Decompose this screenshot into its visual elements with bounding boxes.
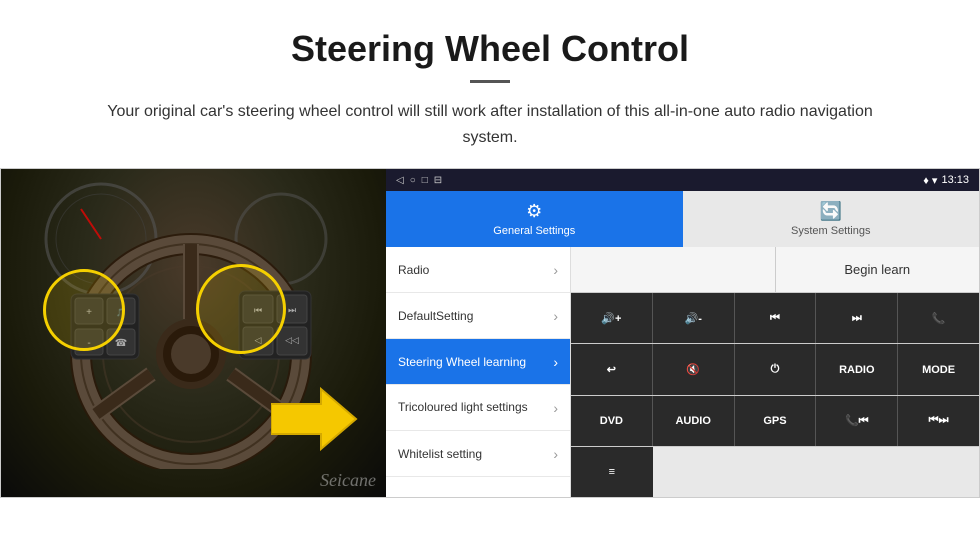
chevron-icon: › xyxy=(553,446,558,462)
gps-label: GPS xyxy=(763,415,786,427)
vol-down-icon: 🔊- xyxy=(685,312,702,325)
button-row-2: ↩ 🔇 ⏻ RADIO MOD xyxy=(571,344,979,395)
recent-icon: □ xyxy=(422,175,428,186)
dvd-button[interactable]: DVD xyxy=(571,396,653,446)
menu-tricoloured-label: Tricoloured light settings xyxy=(398,400,528,414)
menu-grid-button[interactable]: ≡ xyxy=(571,447,653,497)
main-content: Radio › DefaultSetting › Steering Wheel … xyxy=(386,247,979,497)
button-row-3: DVD AUDIO GPS 📞⏮ xyxy=(571,396,979,447)
svg-text:⏭: ⏭ xyxy=(288,305,296,315)
tab-general-settings[interactable]: ⚙ General Settings xyxy=(386,191,683,247)
mode-label: MODE xyxy=(922,364,955,376)
system-settings-icon: 🔄 xyxy=(820,201,842,222)
mute-icon: 🔇 xyxy=(686,363,700,376)
prev-icon: ⏮ xyxy=(770,312,780,325)
car-image-area: + 🎵 - ☎ ⏮ ⏭ ◁ ◁◁ xyxy=(1,169,386,498)
phone-button[interactable]: 📞 xyxy=(898,293,979,343)
vol-up-button[interactable]: 🔊+ xyxy=(571,293,653,343)
vol-down-button[interactable]: 🔊- xyxy=(653,293,735,343)
menu-whitelist-label: Whitelist setting xyxy=(398,447,482,461)
mute-button[interactable]: 🔇 xyxy=(653,344,735,394)
menu-default-label: DefaultSetting xyxy=(398,309,473,323)
chevron-icon: › xyxy=(553,308,558,324)
home-icon: ○ xyxy=(410,175,416,186)
menu-steering-label: Steering Wheel learning xyxy=(398,355,526,369)
phone-prev-icon: 📞⏮ xyxy=(845,414,869,428)
back-call-icon: ↩ xyxy=(607,363,616,376)
general-settings-icon: ⚙ xyxy=(526,201,542,222)
next-track-button[interactable]: ⏭ xyxy=(816,293,898,343)
menu-icon: ⊟ xyxy=(434,175,442,186)
svg-text:☎: ☎ xyxy=(115,338,127,349)
svg-text:◁◁: ◁◁ xyxy=(285,335,299,345)
status-right-area: ♦ ▾ 13:13 xyxy=(923,174,969,187)
radio-label: RADIO xyxy=(839,364,874,376)
track-skip-button[interactable]: ⏮⏭ xyxy=(898,396,979,446)
status-nav-icons: ◁ ○ □ ⊟ xyxy=(396,175,442,186)
clock: 13:13 xyxy=(941,174,969,186)
back-icon: ◁ xyxy=(396,175,404,186)
next-icon: ⏭ xyxy=(852,312,862,325)
watermark: Seicane xyxy=(320,470,376,491)
phone-prev-button[interactable]: 📞⏮ xyxy=(816,396,898,446)
blank-area xyxy=(571,247,776,292)
power-button[interactable]: ⏻ xyxy=(735,344,817,394)
arrow-svg xyxy=(271,384,361,454)
mode-button[interactable]: MODE xyxy=(898,344,979,394)
back-button[interactable]: ↩ xyxy=(571,344,653,394)
button-row-1: 🔊+ 🔊- ⏮ ⏭ 📞 xyxy=(571,293,979,344)
menu-item-whitelist[interactable]: Whitelist setting › xyxy=(386,431,570,477)
chevron-icon: › xyxy=(553,400,558,416)
signal-icon: ♦ ▾ xyxy=(923,174,937,187)
phone-icon: 📞 xyxy=(932,312,946,325)
tab-bar: ⚙ General Settings 🔄 System Settings xyxy=(386,191,979,247)
menu-grid-icon: ≡ xyxy=(609,466,615,478)
left-menu: Radio › DefaultSetting › Steering Wheel … xyxy=(386,247,571,497)
menu-item-radio[interactable]: Radio › xyxy=(386,247,570,293)
power-icon: ⏻ xyxy=(771,363,780,376)
menu-radio-label: Radio xyxy=(398,263,429,277)
tab-system-settings[interactable]: 🔄 System Settings xyxy=(683,191,980,247)
prev-track-button[interactable]: ⏮ xyxy=(735,293,817,343)
title-divider xyxy=(470,80,510,83)
page-wrapper: Steering Wheel Control Your original car… xyxy=(0,0,980,498)
top-row: Begin learn xyxy=(571,247,979,293)
menu-item-steering[interactable]: Steering Wheel learning › xyxy=(386,339,570,385)
gps-button[interactable]: GPS xyxy=(735,396,817,446)
page-title: Steering Wheel Control xyxy=(60,28,920,70)
right-highlight-circle xyxy=(196,264,286,354)
subtitle: Your original car's steering wheel contr… xyxy=(100,99,880,150)
tab-general-label: General Settings xyxy=(493,225,575,237)
chevron-icon: › xyxy=(553,354,558,370)
tab-system-label: System Settings xyxy=(791,225,870,237)
chevron-icon: › xyxy=(553,262,558,278)
button-row-4: ≡ xyxy=(571,447,979,497)
content-section: + 🎵 - ☎ ⏮ ⏭ ◁ ◁◁ xyxy=(0,168,980,498)
right-panel: Begin learn 🔊+ 🔊- xyxy=(571,247,979,497)
android-screen: ◁ ○ □ ⊟ ♦ ▾ 13:13 ⚙ General Settings 🔄 xyxy=(386,169,979,497)
track-skip-icon: ⏮⏭ xyxy=(929,414,949,427)
dvd-label: DVD xyxy=(600,415,623,427)
left-highlight-circle xyxy=(43,269,125,351)
header-section: Steering Wheel Control Your original car… xyxy=(0,0,980,168)
radio-button[interactable]: RADIO xyxy=(816,344,898,394)
audio-label: AUDIO xyxy=(675,415,710,427)
menu-item-tricoloured[interactable]: Tricoloured light settings › xyxy=(386,385,570,431)
vol-up-icon: 🔊+ xyxy=(601,312,621,325)
status-bar: ◁ ○ □ ⊟ ♦ ▾ 13:13 xyxy=(386,169,979,191)
audio-button[interactable]: AUDIO xyxy=(653,396,735,446)
menu-item-default[interactable]: DefaultSetting › xyxy=(386,293,570,339)
button-grid: 🔊+ 🔊- ⏮ ⏭ 📞 xyxy=(571,293,979,497)
begin-learn-button[interactable]: Begin learn xyxy=(776,247,980,292)
